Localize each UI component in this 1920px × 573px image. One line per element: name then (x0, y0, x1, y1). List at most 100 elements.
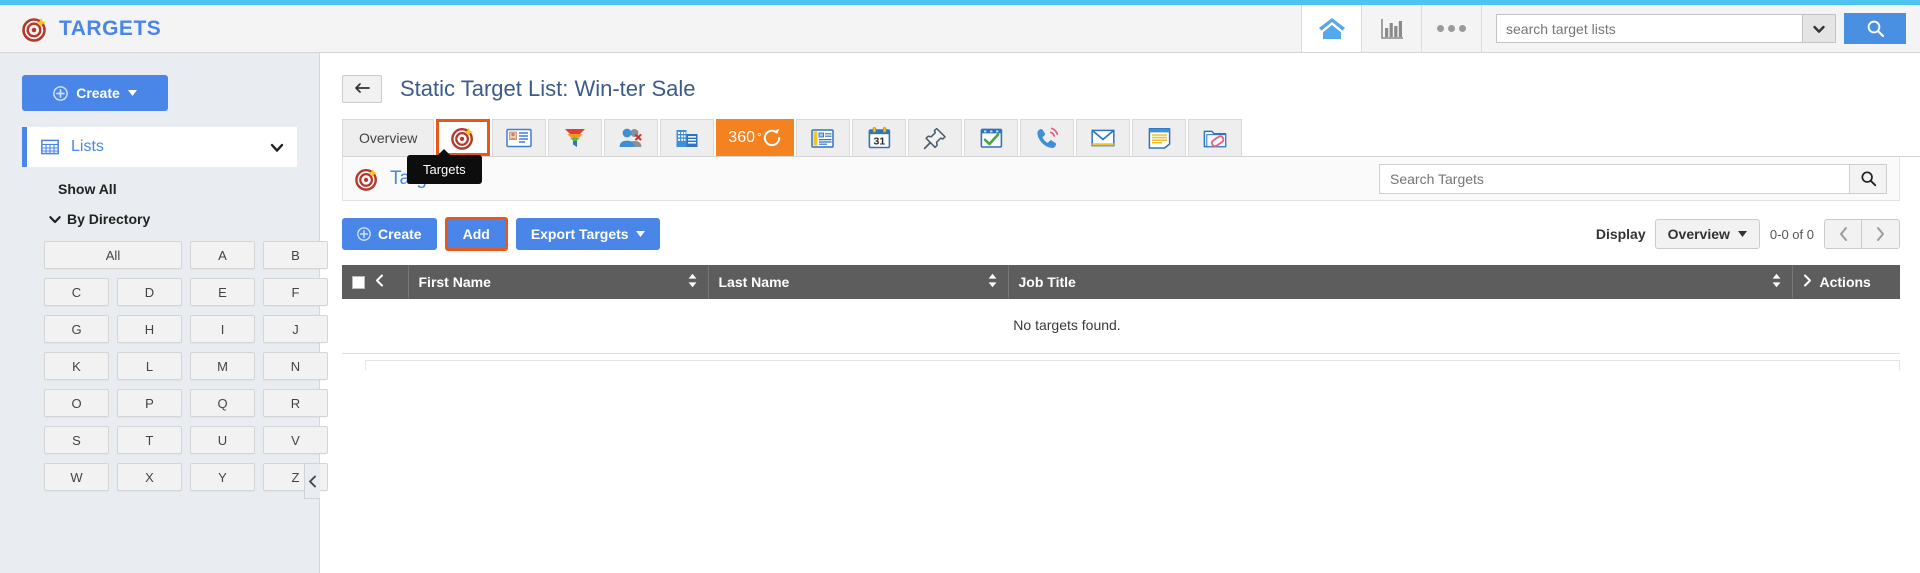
page-header: Static Target List: Win-ter Sale (320, 53, 1920, 103)
tab-overview[interactable]: Overview (342, 119, 435, 156)
checklist-icon (980, 127, 1003, 149)
tab-calls[interactable] (1020, 119, 1075, 156)
brand-logo[interactable]: TARGETS (0, 5, 181, 52)
pagination-next-button[interactable] (1862, 219, 1900, 249)
more-menu-button[interactable] (1421, 5, 1481, 52)
sidebar-collapse-handle[interactable] (304, 463, 320, 499)
chevron-left-icon (1838, 226, 1849, 242)
svg-text:31: 31 (873, 136, 885, 148)
pushpin-icon (923, 127, 947, 150)
panel-search-button[interactable] (1849, 163, 1887, 194)
degree-symbol: ° (757, 132, 762, 144)
alpha-filter-w[interactable]: W (44, 463, 109, 491)
targets-table-head: First Name Last Name Job Title Actions (342, 265, 1900, 299)
alpha-filter-f[interactable]: F (263, 278, 328, 306)
alpha-filter-j[interactable]: J (263, 315, 328, 343)
alpha-filter-c[interactable]: C (44, 278, 109, 306)
tooltip: Targets (407, 149, 482, 184)
tab-leads[interactable] (548, 119, 603, 156)
export-targets-button[interactable]: Export Targets (515, 218, 660, 250)
notes-icon (1148, 127, 1171, 149)
alpha-filter-o[interactable]: O (44, 389, 109, 417)
sidebar-create-button[interactable]: Create (22, 75, 168, 111)
tab-360-view[interactable]: 360 ° (716, 119, 795, 156)
sidebar: Create Lists Show All By Directory All A… (0, 53, 328, 573)
alpha-filter-d[interactable]: D (117, 278, 182, 306)
alpha-filter-a[interactable]: A (190, 241, 255, 269)
alpha-filter-x[interactable]: X (117, 463, 182, 491)
alpha-filter-r[interactable]: R (263, 389, 328, 417)
table-header-row: First Name Last Name Job Title Actions (342, 265, 1900, 299)
global-search-dropdown-toggle[interactable] (1802, 14, 1836, 43)
tab-attachments[interactable] (1188, 119, 1243, 156)
sort-updown-icon[interactable] (1761, 273, 1782, 291)
alpha-filter-all[interactable]: All (44, 241, 182, 269)
sidebar-show-all[interactable]: Show All (58, 181, 297, 197)
page-title: Static Target List: Win-ter Sale (400, 76, 696, 101)
alpha-filter-m[interactable]: M (190, 352, 255, 380)
create-target-button[interactable]: Create (342, 218, 437, 250)
chevron-down-icon[interactable] (269, 141, 285, 154)
tab-tasks[interactable] (964, 119, 1019, 156)
home-button[interactable] (1301, 5, 1361, 52)
alpha-filter-e[interactable]: E (190, 278, 255, 306)
tab-accounts-people[interactable] (604, 119, 659, 156)
alpha-filter-g[interactable]: G (44, 315, 109, 343)
global-search-input[interactable] (1496, 14, 1802, 43)
table-header-job_title[interactable]: Job Title (1008, 265, 1793, 299)
alpha-filter-q[interactable]: Q (190, 389, 255, 417)
add-target-button[interactable]: Add (444, 217, 508, 251)
bar-chart-icon (1380, 17, 1404, 41)
table-header-last_name[interactable]: Last Name (708, 265, 1009, 299)
chevron-left-icon[interactable] (375, 274, 384, 290)
chevron-down-icon (48, 214, 62, 225)
tab-calendar[interactable]: 31 (852, 119, 907, 156)
select-all-checkbox[interactable] (352, 275, 365, 289)
reports-button[interactable] (1361, 5, 1421, 52)
sidebar-by-directory[interactable]: By Directory (48, 211, 297, 227)
back-arrow-icon (353, 82, 371, 96)
alpha-filter-p[interactable]: P (117, 389, 182, 417)
target-bullseye-icon (450, 126, 476, 150)
chevron-right-icon[interactable] (1803, 274, 1812, 290)
tab-contacts[interactable] (492, 119, 547, 156)
tab-forms[interactable] (796, 119, 851, 156)
alpha-filter-u[interactable]: U (190, 426, 255, 454)
alpha-filter-k[interactable]: K (44, 352, 109, 380)
search-icon (1860, 170, 1877, 187)
table-empty-row: No targets found. (342, 299, 1900, 353)
tab-emails[interactable] (1076, 119, 1131, 156)
panel-search-input[interactable] (1379, 163, 1849, 194)
global-search-button[interactable] (1844, 13, 1906, 44)
alpha-filter-b[interactable]: B (263, 241, 328, 269)
table-header-last_name-label: Last Name (718, 274, 790, 290)
pagination-prev-button[interactable] (1824, 219, 1862, 249)
alpha-filter-i[interactable]: I (190, 315, 255, 343)
table-header-actions-label: Actions (1819, 274, 1871, 290)
table-header-job_title-label: Job Title (1018, 274, 1076, 290)
alpha-filter-y[interactable]: Y (190, 463, 255, 491)
display-mode-value: Overview (1667, 226, 1730, 242)
back-button[interactable] (342, 75, 382, 103)
alpha-filter-t[interactable]: T (117, 426, 182, 454)
display-mode-select[interactable]: Overview (1654, 219, 1760, 249)
tab-notes[interactable] (1132, 119, 1187, 156)
brand-name: TARGETS (59, 16, 162, 40)
sort-updown-icon[interactable] (977, 273, 998, 291)
tab-pinned[interactable] (908, 119, 963, 156)
sort-updown-icon[interactable] (677, 273, 698, 291)
alpha-filter-n[interactable]: N (263, 352, 328, 380)
page-body: Create Lists Show All By Directory All A… (0, 53, 1920, 573)
alpha-filter-h[interactable]: H (117, 315, 182, 343)
alpha-filter-v[interactable]: V (263, 426, 328, 454)
panel-header: Targets (342, 157, 1900, 201)
tab-companies[interactable] (660, 119, 715, 156)
sidebar-item-lists[interactable]: Lists (22, 127, 297, 167)
table-header-actions[interactable]: Actions (1792, 265, 1900, 299)
alpha-filter-s[interactable]: S (44, 426, 109, 454)
more-dots-icon (1437, 25, 1466, 32)
table-header-first_name[interactable]: First Name (408, 265, 709, 299)
alpha-filter-l[interactable]: L (117, 352, 182, 380)
target-bullseye-icon (355, 167, 379, 191)
